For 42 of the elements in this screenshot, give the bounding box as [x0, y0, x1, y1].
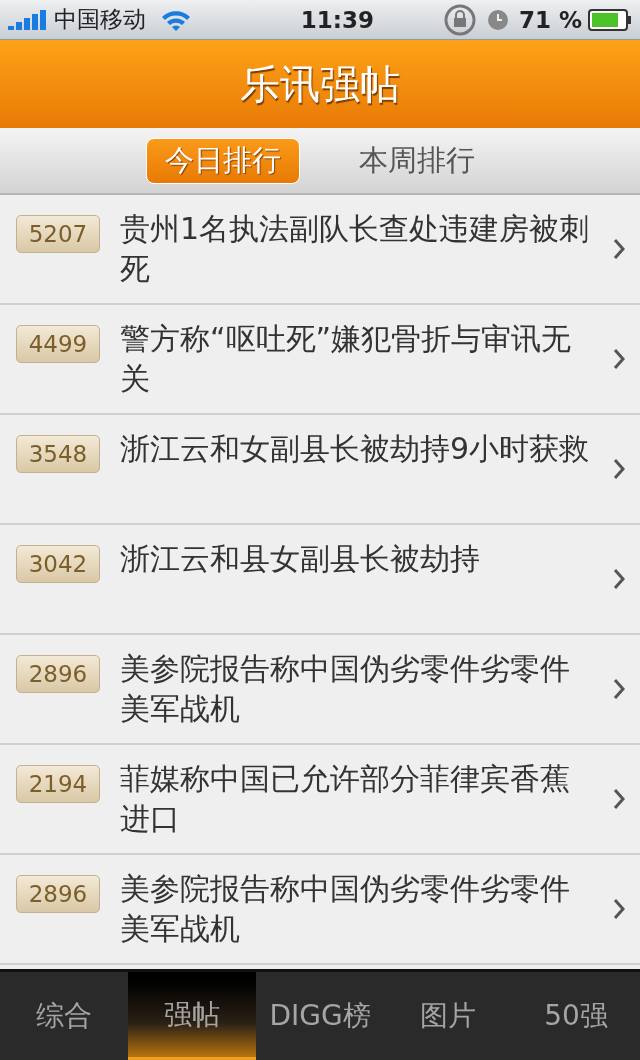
count-badge: 2896 — [16, 655, 100, 693]
chevron-icon — [612, 237, 626, 261]
count-badge: 2896 — [16, 875, 100, 913]
chevron-icon — [612, 897, 626, 921]
chevron-icon — [612, 567, 626, 591]
signal-icon — [8, 9, 48, 30]
rotation-lock-icon — [442, 2, 477, 37]
news-row[interactable]: 4499 警方称“呕吐死”嫌犯骨折与审讯无关 — [0, 305, 640, 415]
app-title: 乐讯强帖 — [240, 59, 400, 109]
news-row[interactable]: 3548 浙江云和女副县长被劫持9小时获救 — [0, 415, 640, 525]
carrier-name: 中国移动 — [54, 5, 146, 34]
count-badge: 2194 — [16, 765, 100, 803]
news-title: 美参院报告称中国伪劣零件劣零件美军战机 — [120, 650, 571, 728]
news-row[interactable]: 5207 贵州1名执法副队长查处违建房被刺死 — [0, 195, 640, 305]
clock-time: 11:39 — [299, 6, 375, 33]
news-title: 警方称“呕吐死”嫌犯骨折与审讯无关 — [120, 320, 573, 398]
battery-percent: 71 % — [518, 6, 582, 33]
news-title: 贵州1名执法副队长查处违建房被刺死 — [120, 210, 591, 288]
news-title: 浙江云和女副县长被劫持9小时获救 — [120, 430, 591, 468]
news-row[interactable]: 2896 美参院报告称中国伪劣零件劣零件美军战机 — [0, 635, 640, 745]
tab-bar-item[interactable]: 50强 — [512, 972, 640, 1060]
news-row[interactable]: 2194 菲媒称中国已允许部分菲律宾香蕉进口 — [0, 745, 640, 855]
news-title: 菲媒称中国已允许部分菲律宾香蕉进口 — [120, 760, 571, 838]
news-title: 美参院报告称中国伪劣零件劣零件美军战机 — [120, 870, 571, 948]
chevron-icon — [612, 347, 626, 371]
tab-bar-item[interactable]: 综合 — [0, 972, 128, 1060]
count-badge: 3548 — [16, 435, 100, 473]
news-row[interactable]: 3042 浙江云和县女副县长被劫持 — [0, 525, 640, 635]
news-title: 浙江云和县女副县长被劫持 — [120, 540, 481, 578]
chevron-icon — [612, 457, 626, 481]
tab-bar-item[interactable]: 强帖 — [128, 972, 256, 1060]
alarm-clock-icon — [486, 8, 509, 31]
segment-tab[interactable]: 本周排行 — [340, 137, 494, 184]
count-badge: 5207 — [16, 215, 100, 253]
tab-bar-item[interactable]: DIGG榜 — [256, 972, 384, 1060]
chevron-icon — [612, 677, 626, 701]
count-badge: 4499 — [16, 325, 100, 363]
count-badge: 3042 — [16, 545, 100, 583]
news-row[interactable]: 2896 美参院报告称中国伪劣零件劣零件美军战机 — [0, 855, 640, 965]
battery-icon — [588, 8, 632, 31]
tab-bar-item[interactable]: 图片 — [384, 972, 512, 1060]
chevron-icon — [612, 787, 626, 811]
